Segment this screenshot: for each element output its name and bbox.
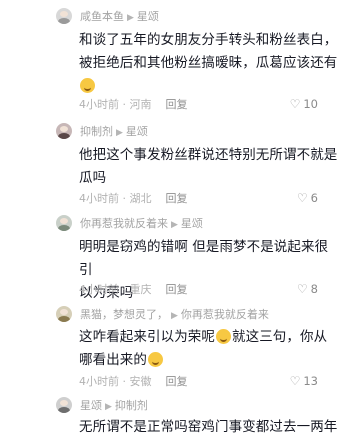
heart-outline-icon: ♡ (296, 282, 308, 296)
reply-button[interactable]: 回复 (166, 98, 188, 111)
reply-button[interactable]: 回复 (166, 375, 188, 388)
triangle-right-icon: ▶ (171, 311, 178, 321)
reply-to-name[interactable]: 星颂 (126, 125, 148, 138)
author-name[interactable]: 星颂 (80, 399, 102, 412)
heart-outline-icon: ♡ (296, 191, 308, 205)
like-count: 8 (310, 282, 318, 296)
reply-to-name[interactable]: 星颂 (181, 217, 203, 230)
avatar[interactable] (56, 306, 72, 322)
avatar[interactable] (56, 8, 72, 24)
author-name[interactable]: 黑猫，梦想灵了， (80, 308, 168, 321)
author-name[interactable]: 抑制剂 (80, 125, 113, 138)
comment-time: 4小时前 (79, 192, 119, 205)
like-count: 13 (303, 374, 318, 388)
triangle-right-icon: ▶ (127, 13, 134, 23)
heart-outline-icon: ♡ (289, 374, 301, 388)
comment-location: 湖北 (129, 192, 152, 205)
comment-time: 4小时前 (79, 98, 119, 111)
like-button[interactable]: ♡ 6 (297, 192, 318, 205)
avatar[interactable] (56, 123, 72, 139)
reply-to-name[interactable]: 你再惹我就反着来 (181, 308, 269, 321)
comment-text: 无所谓不是正常吗窑鸡门事变都过去一两年 (79, 419, 338, 435)
reply-to-name[interactable]: 抑制剂 (115, 399, 148, 412)
comment-text: 他把这个事发粉丝群说还特别无所谓不就是 瓜吗 (79, 147, 338, 186)
comment-time: 4小时前 (79, 375, 119, 388)
laughing-emoji-icon (216, 329, 231, 344)
like-count: 10 (303, 97, 318, 111)
comment-location: 安徽 (129, 375, 152, 388)
comment-time: 4小时前 (79, 283, 119, 296)
comment-location: 河南 (129, 98, 152, 111)
author-name[interactable]: 你再惹我就反着来 (80, 217, 168, 230)
avatar[interactable] (56, 397, 72, 413)
comment-text: 和谈了五年的女朋友分手转头和粉丝表白， 被拒绝后和其他粉丝搞暧昧，瓜葛应该还有 (79, 29, 341, 98)
triangle-right-icon: ▶ (171, 220, 178, 230)
comment-text: 这咋看起来引以为荣呢 就这三句，你从 哪看出来的 (79, 329, 328, 368)
triangle-right-icon: ▶ (116, 128, 123, 138)
triangle-right-icon: ▶ (105, 402, 112, 412)
reply-button[interactable]: 回复 (166, 192, 188, 205)
laughing-emoji-icon (148, 352, 163, 367)
emoji-icon (80, 78, 95, 93)
avatar[interactable] (56, 215, 72, 231)
author-name[interactable]: 咸鱼本鱼 (80, 10, 124, 23)
like-count: 6 (310, 191, 318, 205)
reply-button[interactable]: 回复 (166, 283, 188, 296)
reply-to-name[interactable]: 星颂 (137, 10, 159, 23)
like-button[interactable]: ♡ 13 (290, 375, 318, 388)
comment-location: 重庆 (129, 283, 152, 296)
heart-outline-icon: ♡ (289, 97, 301, 111)
like-button[interactable]: ♡ 10 (290, 98, 318, 111)
like-button[interactable]: ♡ 8 (297, 283, 318, 296)
